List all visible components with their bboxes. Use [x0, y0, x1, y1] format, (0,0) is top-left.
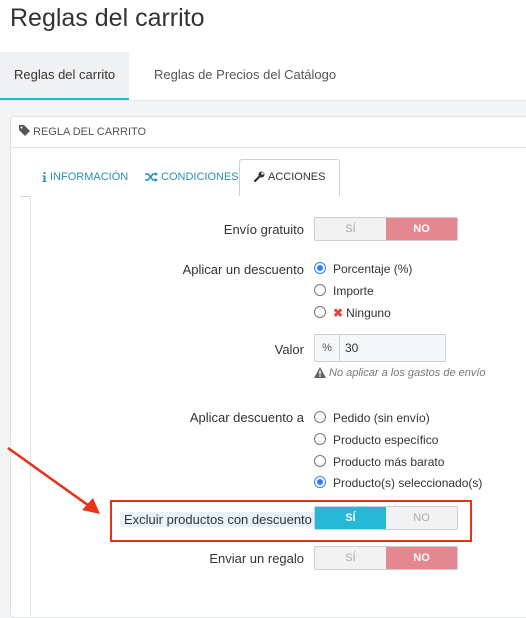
apply-to-cheapest-product[interactable]: Producto más barato [314, 455, 444, 469]
send-gift-switch[interactable]: SÍ NO [314, 546, 458, 570]
apply-to-order-label: Pedido (sin envío) [333, 411, 430, 425]
apply-to-specific-product[interactable]: Producto específico [314, 433, 438, 447]
discount-option-percentage-label: Porcentaje (%) [333, 262, 413, 276]
radio-icon[interactable] [314, 455, 326, 467]
info-icon [42, 172, 47, 182]
value-help-text: No aplicar a los gastos de envío [329, 367, 486, 379]
tab-acciones-label: ACCIONES [268, 171, 326, 183]
shuffle-icon [145, 172, 158, 182]
warning-icon [314, 367, 326, 378]
value-input[interactable]: 30 [345, 335, 358, 361]
panel-divider [11, 147, 526, 148]
subtab-cart-rules[interactable]: Reglas del carrito [0, 52, 130, 100]
value-label: Valor [274, 342, 304, 357]
subtab-bar: Reglas del carrito Reglas de Precios del… [0, 52, 526, 101]
apply-to-selected-products[interactable]: Producto(s) seleccionado(s) [314, 476, 482, 490]
value-input-group[interactable]: % 30 [314, 334, 446, 362]
tab-informacion[interactable]: INFORMACIÓN [42, 160, 128, 195]
free-shipping-yes[interactable]: SÍ [315, 218, 386, 240]
annotation-arrow-icon [7, 446, 100, 514]
apply-to-label: Aplicar descuento a [189, 410, 304, 425]
apply-to-order[interactable]: Pedido (sin envío) [314, 411, 430, 425]
radio-icon[interactable] [314, 433, 326, 445]
free-shipping-no[interactable]: NO [386, 218, 457, 240]
discount-option-amount-label: Importe [333, 284, 374, 298]
send-gift-yes[interactable]: SÍ [315, 547, 386, 569]
value-help: No aplicar a los gastos de envío [314, 367, 486, 379]
discount-option-amount[interactable]: Importe [314, 284, 374, 298]
subtab-catalog-price-rules[interactable]: Reglas de Precios del Catálogo [140, 52, 350, 98]
tab-condiciones[interactable]: CONDICIONES [145, 160, 239, 195]
discount-option-none[interactable]: ✖ Ninguno [314, 306, 391, 320]
apply-to-selected-products-label: Producto(s) seleccionado(s) [333, 476, 483, 490]
free-shipping-label: Envío gratuito [223, 222, 304, 237]
free-shipping-switch[interactable]: SÍ NO [314, 217, 458, 241]
apply-to-specific-product-label: Producto específico [333, 433, 439, 447]
rule-tabs: INFORMACIÓN CONDICIONES ACCIONES [20, 159, 526, 198]
page-title: Reglas del carrito [10, 4, 205, 32]
discount-option-percentage[interactable]: Porcentaje (%) [314, 262, 412, 276]
panel-heading-text: REGLA DEL CARRITO [33, 126, 147, 138]
send-gift-no[interactable]: NO [386, 547, 457, 569]
send-gift-label: Enviar un regalo [209, 551, 304, 566]
radio-icon[interactable] [314, 306, 326, 318]
radio-icon[interactable] [314, 284, 326, 296]
annotation-highlight-box [110, 500, 472, 542]
discount-option-none-label: Ninguno [346, 306, 391, 320]
radio-icon[interactable] [314, 411, 326, 423]
wrench-icon [253, 171, 265, 183]
tab-condiciones-label: CONDICIONES [161, 171, 239, 183]
tab-acciones[interactable]: ACCIONES [239, 159, 341, 198]
percent-addon: % [315, 335, 340, 361]
panel-heading: REGLA DEL CARRITO [19, 125, 146, 138]
apply-to-cheapest-product-label: Producto más barato [333, 455, 445, 469]
tag-icon [19, 125, 30, 136]
tab-informacion-label: INFORMACIÓN [50, 171, 129, 183]
radio-selected-icon[interactable] [314, 476, 326, 488]
close-icon: ✖ [333, 306, 344, 320]
apply-discount-label: Aplicar un descuento [182, 262, 304, 277]
radio-selected-icon[interactable] [314, 262, 326, 274]
